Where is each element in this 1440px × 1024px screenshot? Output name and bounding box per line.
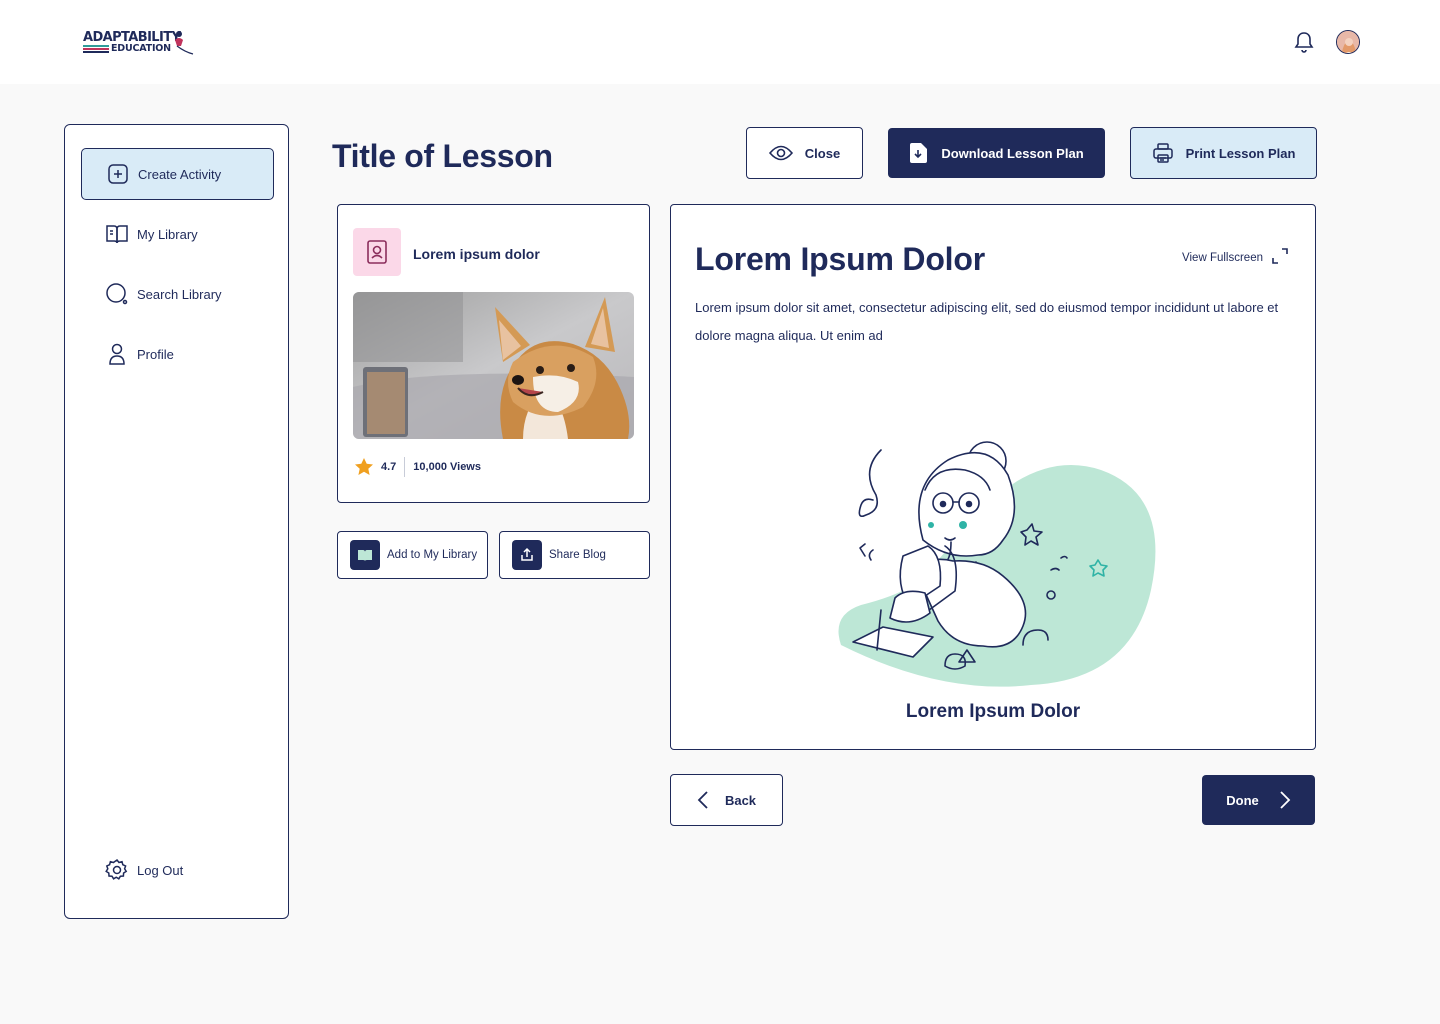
sidebar-item-profile[interactable]: Profile xyxy=(81,328,274,380)
print-lesson-plan-button[interactable]: Print Lesson Plan xyxy=(1130,127,1317,179)
chevron-right-icon xyxy=(1279,790,1291,810)
panel-body-text: Lorem ipsum dolor sit amet, consectetur … xyxy=(695,300,1279,343)
corgi-photo xyxy=(353,292,634,439)
add-to-my-library-button[interactable]: Add to My Library xyxy=(337,531,488,579)
close-button[interactable]: Close xyxy=(746,127,863,179)
back-button-label: Back xyxy=(724,792,757,808)
download-lesson-plan-button[interactable]: Download Lesson Plan xyxy=(888,128,1105,178)
card-title: Lorem ipsum dolor xyxy=(413,246,540,262)
download-button-label: Download Lesson Plan xyxy=(941,145,1084,161)
star-icon xyxy=(355,458,373,475)
download-file-icon xyxy=(909,142,929,164)
sidebar-item-label: My Library xyxy=(137,226,198,242)
views-count: 10,000 Views xyxy=(413,461,481,473)
share-button-label: Share Blog xyxy=(549,549,606,561)
user-icon xyxy=(105,342,129,366)
bell-icon[interactable] xyxy=(1292,30,1316,54)
content-panel: Lorem Ipsum Dolor View Fullscreen Lorem … xyxy=(670,204,1316,750)
rating-value: 4.7 xyxy=(381,461,397,473)
sidebar: Create Activity My Library Search Librar… xyxy=(64,124,289,919)
avatar-portrait-icon xyxy=(1337,31,1359,53)
done-button[interactable]: Done xyxy=(1202,775,1315,825)
search-icon xyxy=(105,282,129,306)
share-blog-button[interactable]: Share Blog xyxy=(499,531,650,579)
close-button-label: Close xyxy=(804,145,841,161)
card-stats: 4.7 10,000 Views xyxy=(354,457,481,477)
sidebar-item-label: Search Library xyxy=(137,286,222,302)
divider xyxy=(404,457,406,477)
sidebar-item-label: Log Out xyxy=(137,862,184,878)
lesson-card[interactable]: Lorem ipsum dolor 4.7 10,000 Views xyxy=(337,204,650,503)
logo-stripes xyxy=(83,45,109,53)
gear-icon xyxy=(105,858,129,882)
print-button-label: Print Lesson Plan xyxy=(1185,145,1296,161)
top-bar: ADAPTABILITY EDUCATION xyxy=(0,0,1440,84)
logo-mark-icon xyxy=(175,31,194,55)
logo-subtitle: EDUCATION xyxy=(111,43,171,54)
sidebar-item-my-library[interactable]: My Library xyxy=(81,208,274,260)
sidebar-item-label: Profile xyxy=(137,346,174,362)
done-button-label: Done xyxy=(1226,792,1259,808)
user-avatar[interactable] xyxy=(1336,30,1360,54)
share-icon xyxy=(512,540,542,570)
sidebar-item-search-library[interactable]: Search Library xyxy=(81,268,274,320)
chevron-left-icon xyxy=(697,790,709,810)
add-button-label: Add to My Library xyxy=(387,549,478,561)
contact-book-icon xyxy=(353,228,401,276)
book-icon xyxy=(105,222,129,246)
brand-logo[interactable]: ADAPTABILITY EDUCATION xyxy=(83,28,195,58)
view-fullscreen-button[interactable]: View Fullscreen xyxy=(1182,247,1289,268)
expand-icon xyxy=(1271,247,1289,268)
plus-square-icon xyxy=(106,162,130,186)
panel-title: Lorem Ipsum Dolor xyxy=(695,241,985,277)
sidebar-item-log-out[interactable]: Log Out xyxy=(81,844,274,896)
fullscreen-label: View Fullscreen xyxy=(1182,251,1263,264)
page-title: Title of Lesson xyxy=(332,138,553,174)
illustration-caption: Lorem Ipsum Dolor xyxy=(905,701,1081,722)
girl-reading-illustration xyxy=(838,441,1156,687)
printer-icon xyxy=(1152,142,1174,164)
back-button[interactable]: Back xyxy=(670,774,783,826)
sidebar-item-label: Create Activity xyxy=(138,166,222,182)
sidebar-item-create-activity[interactable]: Create Activity xyxy=(81,148,274,200)
open-book-icon xyxy=(350,540,380,570)
eye-icon xyxy=(768,144,793,162)
